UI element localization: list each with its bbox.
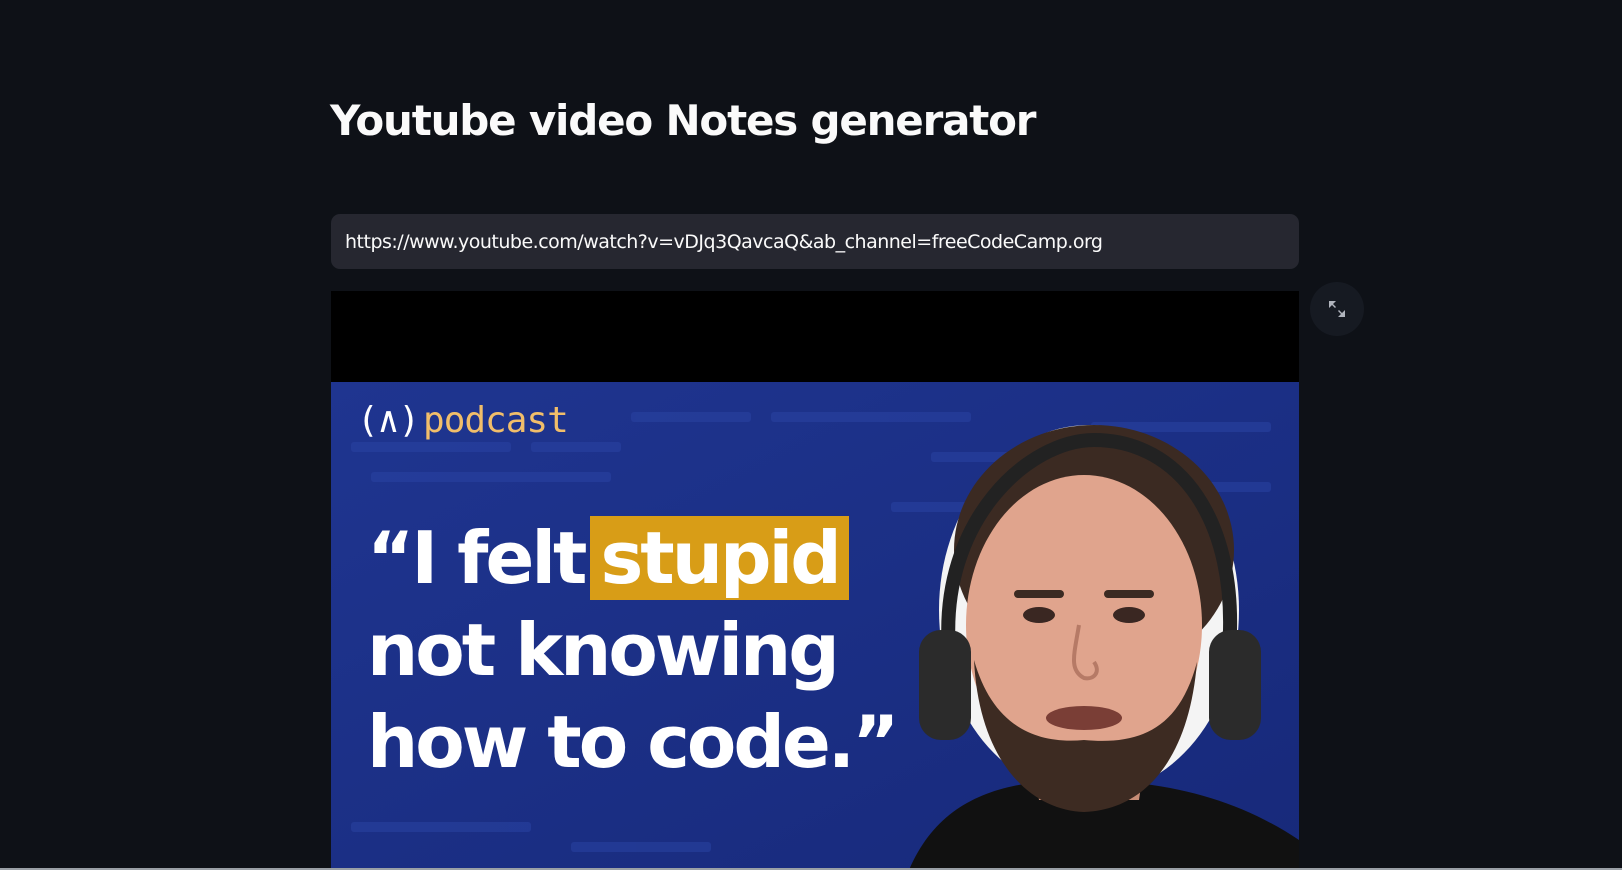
quote-line-3: how to code.”	[367, 700, 899, 784]
video-player[interactable]: (∧) podcast “I felt stupid not knowing how…	[331, 291, 1299, 870]
video-thumbnail[interactable]: (∧) podcast “I felt stupid not knowing how…	[331, 382, 1299, 870]
quote-line-1-prefix: “I felt	[367, 516, 587, 600]
podcast-logo-text: podcast	[423, 400, 569, 441]
thumbnail-quote: “I felt stupid not knowing how to code.”	[367, 512, 899, 788]
url-input-container[interactable]	[331, 214, 1299, 269]
freecodecamp-logo-icon: (∧)	[357, 400, 420, 441]
host-portrait	[909, 425, 1299, 870]
podcast-logo: (∧) podcast	[357, 400, 569, 441]
quote-highlight: stupid	[590, 516, 849, 600]
fullscreen-button[interactable]	[1310, 282, 1364, 336]
url-input[interactable]	[331, 214, 1299, 269]
page-title: Youtube video Notes generator	[330, 96, 1036, 145]
quote-line-1: “I felt stupid	[367, 512, 896, 604]
expand-arrows-icon	[1329, 301, 1345, 317]
quote-line-2: not knowing	[367, 608, 840, 692]
app-root: Youtube video Notes generator https://ww…	[0, 0, 1622, 870]
